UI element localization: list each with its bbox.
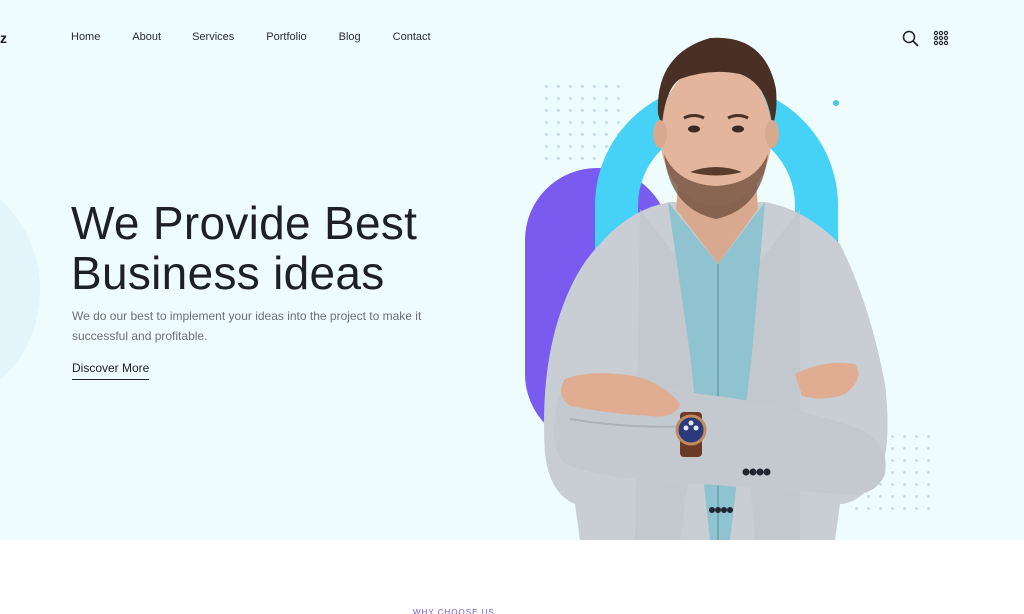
- pattern-dot: [922, 454, 934, 466]
- decorative-circle: [0, 175, 40, 405]
- pattern-dot: [910, 502, 922, 514]
- pattern-dot: [922, 478, 934, 490]
- hero-title: We Provide Best Business ideas: [71, 198, 417, 298]
- pattern-dot: [922, 442, 934, 454]
- pattern-dot: [898, 454, 910, 466]
- logo[interactable]: z: [0, 30, 7, 46]
- hero-title-line-1: We Provide Best: [71, 197, 418, 249]
- grid-menu-icon[interactable]: [932, 29, 950, 47]
- pattern-dot: [898, 490, 910, 502]
- pattern-dot: [922, 430, 934, 442]
- pattern-dot: [910, 478, 922, 490]
- discover-more-link[interactable]: Discover More: [72, 361, 150, 380]
- pattern-dot: [922, 490, 934, 502]
- pattern-dot: [922, 502, 934, 514]
- why-choose-us-label: WHY CHOOSE US: [413, 608, 495, 614]
- pattern-dot: [910, 490, 922, 502]
- pattern-dot: [910, 466, 922, 478]
- pattern-dot: [898, 442, 910, 454]
- hero-person-image: [544, 37, 888, 540]
- pattern-dot: [910, 454, 922, 466]
- nav-home[interactable]: Home: [71, 30, 100, 44]
- pattern-dot: [898, 430, 910, 442]
- main-nav: Home About Services Portfolio Blog Conta…: [71, 30, 463, 44]
- nav-services[interactable]: Services: [192, 30, 234, 44]
- pattern-dot: [910, 430, 922, 442]
- hero-subtitle: We do our best to implement your ideas i…: [72, 309, 422, 343]
- pattern-dot: [898, 478, 910, 490]
- hero-section: z Home About Services Portfolio Blog Con…: [0, 0, 1024, 540]
- pattern-dot: [910, 442, 922, 454]
- nav-blog[interactable]: Blog: [339, 30, 361, 44]
- nav-portfolio[interactable]: Portfolio: [266, 30, 306, 44]
- pattern-dot: [898, 502, 910, 514]
- hero-title-line-2: Business ideas: [71, 247, 385, 299]
- pattern-dot: [898, 466, 910, 478]
- nav-contact[interactable]: Contact: [393, 30, 431, 44]
- search-icon[interactable]: [901, 29, 919, 47]
- header-actions: [901, 29, 950, 47]
- pattern-dot: [922, 466, 934, 478]
- nav-about[interactable]: About: [132, 30, 161, 44]
- watch-face: [675, 414, 707, 446]
